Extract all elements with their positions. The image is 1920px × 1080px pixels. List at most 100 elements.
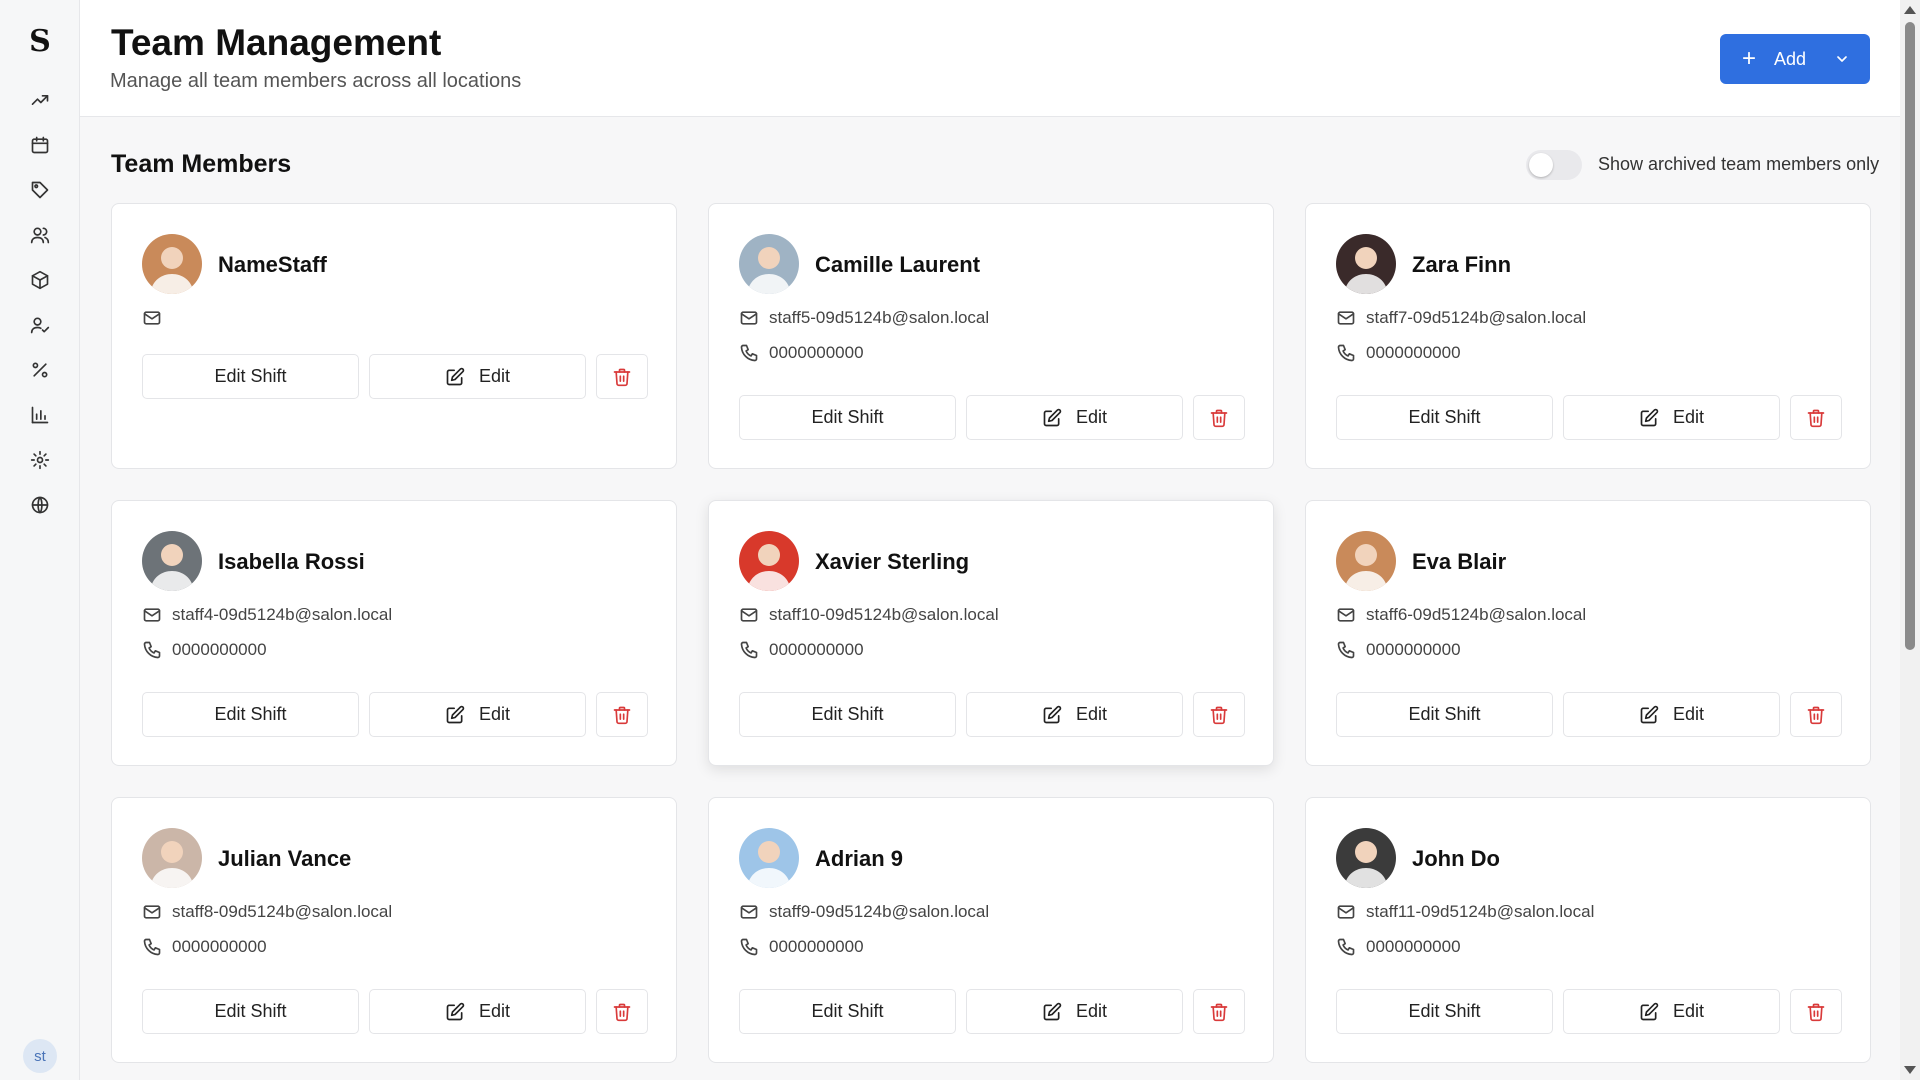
edit-shift-button[interactable]: Edit Shift — [142, 989, 359, 1034]
delete-button[interactable] — [596, 354, 648, 399]
edit-button[interactable]: Edit — [966, 692, 1183, 737]
member-phone-row: 0000000000 — [1336, 640, 1461, 660]
edit-icon — [1639, 408, 1673, 428]
edit-shift-button[interactable]: Edit Shift — [739, 692, 956, 737]
delete-button[interactable] — [1193, 989, 1245, 1034]
calendar-icon[interactable] — [26, 131, 54, 159]
member-email: staff7-09d5124b@salon.local — [1366, 308, 1587, 327]
edit-button[interactable]: Edit — [1563, 989, 1780, 1034]
phone-icon — [1336, 640, 1366, 660]
mail-icon — [142, 605, 172, 625]
sidebar: S st — [0, 0, 80, 1080]
edit-icon — [1042, 705, 1076, 725]
edit-icon — [1042, 408, 1076, 428]
mail-icon — [739, 902, 769, 922]
member-avatar — [739, 234, 799, 294]
edit-button[interactable]: Edit — [369, 989, 586, 1034]
member-phone: 0000000000 — [769, 640, 864, 659]
member-email: staff11-09d5124b@salon.local — [1366, 902, 1595, 921]
trending-up-icon[interactable] — [26, 86, 54, 114]
team-member-card: Camille Laurent staff5-09d5124b@salon.loc… — [708, 203, 1274, 469]
page-title: Team Management — [111, 22, 442, 63]
users-icon[interactable] — [26, 221, 54, 249]
delete-button[interactable] — [1790, 692, 1842, 737]
archived-toggle[interactable] — [1526, 150, 1582, 180]
phone-icon — [142, 640, 172, 660]
trash-icon — [1806, 1002, 1826, 1022]
edit-label: Edit — [1672, 704, 1705, 724]
globe-icon[interactable] — [26, 491, 54, 519]
member-phone: 0000000000 — [769, 343, 864, 362]
edit-shift-button[interactable]: Edit Shift — [1336, 989, 1553, 1034]
edit-button[interactable]: Edit — [966, 989, 1183, 1034]
member-phone-row: 0000000000 — [739, 343, 864, 363]
gear-icon[interactable] — [26, 446, 54, 474]
edit-shift-button[interactable]: Edit Shift — [739, 989, 956, 1034]
member-email-row: staff11-09d5124b@salon.local — [1336, 902, 1594, 922]
member-email-row: staff4-09d5124b@salon.local — [142, 605, 392, 625]
trash-icon — [1209, 1002, 1229, 1022]
edit-shift-button[interactable]: Edit Shift — [739, 395, 956, 440]
team-member-card: John Do staff11-09d5124b@salon.local 00000… — [1305, 797, 1871, 1063]
member-email: staff8-09d5124b@salon.local — [172, 902, 393, 921]
percent-icon[interactable] — [26, 356, 54, 384]
phone-icon — [142, 937, 172, 957]
edit-icon — [1639, 1002, 1673, 1022]
trash-icon — [1209, 705, 1229, 725]
edit-shift-button[interactable]: Edit Shift — [142, 692, 359, 737]
member-phone-row: 0000000000 — [142, 937, 267, 957]
delete-button[interactable] — [1193, 692, 1245, 737]
mail-icon — [142, 308, 172, 328]
scroll-down-arrow[interactable] — [1904, 1066, 1916, 1074]
edit-label: Edit — [1075, 704, 1108, 724]
member-name: Eva Blair — [1412, 549, 1507, 574]
mail-icon — [1336, 605, 1366, 625]
add-button[interactable]: + Add — [1720, 34, 1870, 84]
member-phone: 0000000000 — [1366, 343, 1461, 362]
delete-button[interactable] — [1790, 395, 1842, 440]
member-email-row: staff8-09d5124b@salon.local — [142, 902, 392, 922]
scrollbar[interactable] — [1900, 0, 1920, 1080]
delete-button[interactable] — [596, 989, 648, 1034]
edit-shift-label: Edit Shift — [1408, 1001, 1481, 1021]
delete-button[interactable] — [1790, 989, 1842, 1034]
tag-icon[interactable] — [26, 176, 54, 204]
plus-icon: + — [1742, 45, 1757, 72]
mail-icon — [739, 308, 769, 328]
user-avatar[interactable]: st — [23, 1039, 57, 1073]
bar-chart-icon[interactable] — [26, 401, 54, 429]
member-name: Zara Finn — [1412, 252, 1512, 277]
edit-button[interactable]: Edit — [369, 354, 586, 399]
edit-shift-button[interactable]: Edit Shift — [1336, 395, 1553, 440]
member-avatar — [1336, 531, 1396, 591]
section-title: Team Members — [111, 150, 292, 178]
member-avatar — [739, 828, 799, 888]
delete-button[interactable] — [596, 692, 648, 737]
member-email: staff4-09d5124b@salon.local — [172, 605, 393, 624]
edit-button[interactable]: Edit — [1563, 395, 1780, 440]
edit-label: Edit — [478, 366, 511, 386]
edit-button[interactable]: Edit — [966, 395, 1183, 440]
user-check-icon[interactable] — [26, 311, 54, 339]
edit-shift-button[interactable]: Edit Shift — [142, 354, 359, 399]
team-member-card: Isabella Rossi staff4-09d5124b@salon.loca… — [111, 500, 677, 766]
mail-icon — [1336, 308, 1366, 328]
edit-label: Edit — [478, 704, 511, 724]
app-logo[interactable]: S — [0, 24, 80, 59]
edit-button[interactable]: Edit — [1563, 692, 1780, 737]
member-avatar — [1336, 828, 1396, 888]
package-icon[interactable] — [26, 266, 54, 294]
member-email: staff6-09d5124b@salon.local — [1366, 605, 1587, 624]
member-phone: 0000000000 — [172, 937, 267, 956]
edit-button[interactable]: Edit — [369, 692, 586, 737]
edit-shift-label: Edit Shift — [811, 1001, 884, 1021]
edit-shift-button[interactable]: Edit Shift — [1336, 692, 1553, 737]
member-phone: 0000000000 — [172, 640, 267, 659]
delete-button[interactable] — [1193, 395, 1245, 440]
scroll-thumb[interactable] — [1905, 22, 1915, 650]
team-member-card: Eva Blair staff6-09d5124b@salon.local 0000… — [1305, 500, 1871, 766]
member-avatar — [739, 531, 799, 591]
scroll-up-arrow[interactable] — [1904, 6, 1916, 14]
chevron-down-icon[interactable] — [1834, 51, 1850, 67]
edit-shift-label: Edit Shift — [214, 366, 287, 386]
